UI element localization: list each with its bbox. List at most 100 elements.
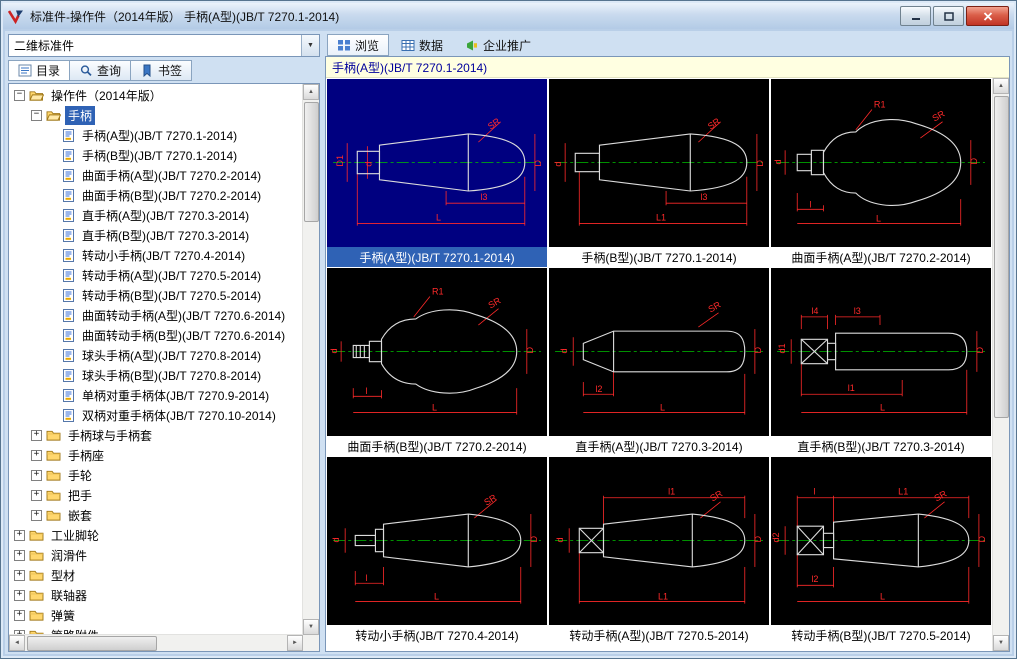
- close-button[interactable]: [966, 6, 1009, 26]
- scroll-right-button[interactable]: ►: [287, 635, 303, 651]
- tree-item[interactable]: +手轮: [9, 465, 303, 485]
- part-drawing[interactable]: dSRDlL: [327, 457, 547, 625]
- scroll-down-button[interactable]: ▼: [993, 635, 1009, 651]
- tree-item[interactable]: −操作件（2014年版）: [9, 85, 303, 105]
- svg-text:d: d: [773, 159, 783, 164]
- tree-vscroll-thumb[interactable]: [304, 102, 319, 222]
- tree-vertical-scrollbar[interactable]: ▲ ▼: [302, 84, 319, 635]
- svg-text:l1: l1: [848, 383, 855, 393]
- thumbnail-item[interactable]: dSRDl2L直手柄(A型)(JB/T 7270.3-2014): [549, 268, 769, 456]
- title-bar[interactable]: 标准件-操作件（2014年版） 手柄(A型)(JB/T 7270.1-2014): [3, 3, 1014, 29]
- tree-item[interactable]: 球头手柄(B型)(JB/T 7270.8-2014): [9, 365, 303, 385]
- part-icon: [62, 409, 75, 422]
- maximize-button[interactable]: [933, 6, 964, 26]
- tree-item-label: 手柄(B型)(JB/T 7270.1-2014): [79, 146, 240, 165]
- part-drawing[interactable]: dSRDl2L: [549, 268, 769, 436]
- thumbnail-item[interactable]: R1dSRDlL曲面手柄(A型)(JB/T 7270.2-2014): [771, 79, 991, 267]
- minimize-button[interactable]: [900, 6, 931, 26]
- tree-item[interactable]: 直手柄(A型)(JB/T 7270.3-2014): [9, 205, 303, 225]
- expand-icon[interactable]: +: [14, 590, 25, 601]
- svg-text:L1: L1: [656, 212, 666, 222]
- expand-icon[interactable]: +: [31, 450, 42, 461]
- expand-icon[interactable]: +: [14, 550, 25, 561]
- tree-item[interactable]: +手柄球与手柄套: [9, 425, 303, 445]
- folder-icon: [46, 489, 61, 502]
- preview-vscroll-thumb[interactable]: [994, 96, 1009, 418]
- tree-item[interactable]: 手柄(A型)(JB/T 7270.1-2014): [9, 125, 303, 145]
- part-drawing[interactable]: d1l4l3Dl1L: [771, 268, 991, 436]
- tree-item[interactable]: 曲面转动手柄(B型)(JB/T 7270.6-2014): [9, 325, 303, 345]
- svg-text:l3: l3: [700, 192, 707, 202]
- tree-hscroll-thumb[interactable]: [27, 636, 157, 651]
- tree-item[interactable]: 球头手柄(A型)(JB/T 7270.8-2014): [9, 345, 303, 365]
- expand-icon[interactable]: +: [31, 470, 42, 481]
- library-type-select[interactable]: 二维标准件 ▼: [8, 34, 320, 57]
- tab-search[interactable]: 查询: [70, 60, 131, 81]
- scroll-up-button[interactable]: ▲: [303, 84, 319, 100]
- data-table-icon: [401, 39, 415, 52]
- thumbnail-caption: 曲面手柄(A型)(JB/T 7270.2-2014): [771, 247, 991, 267]
- thumbnail-item[interactable]: D1dSRDl3L手柄(A型)(JB/T 7270.1-2014): [327, 79, 547, 267]
- part-drawing[interactable]: l1dSRDL1: [549, 457, 769, 625]
- tab-data[interactable]: 数据: [391, 34, 453, 56]
- tree-item[interactable]: 双柄对重手柄体(JB/T 7270.10-2014): [9, 405, 303, 425]
- expand-icon[interactable]: +: [31, 490, 42, 501]
- collapse-icon[interactable]: −: [14, 90, 25, 101]
- tree-horizontal-scrollbar[interactable]: ◄ ►: [9, 634, 303, 651]
- tree-item[interactable]: +嵌套: [9, 505, 303, 525]
- thumbnail-item[interactable]: dSRDl3L1手柄(B型)(JB/T 7270.1-2014): [549, 79, 769, 267]
- tree-item[interactable]: +把手: [9, 485, 303, 505]
- tree-item[interactable]: +手柄座: [9, 445, 303, 465]
- expand-icon[interactable]: +: [14, 610, 25, 621]
- tree-item[interactable]: 曲面转动手柄(A型)(JB/T 7270.6-2014): [9, 305, 303, 325]
- tree-item[interactable]: 单柄对重手柄体(JB/T 7270.9-2014): [9, 385, 303, 405]
- part-drawing[interactable]: lL1d2SRDl2L: [771, 457, 991, 625]
- thumbnail-item[interactable]: l1dSRDL1转动手柄(A型)(JB/T 7270.5-2014): [549, 457, 769, 645]
- svg-text:l: l: [365, 386, 367, 396]
- tree-item[interactable]: 曲面手柄(B型)(JB/T 7270.2-2014): [9, 185, 303, 205]
- tree-item[interactable]: +弹簧: [9, 605, 303, 625]
- tab-catalog[interactable]: 目录: [8, 60, 70, 81]
- tab-browse[interactable]: 浏览: [327, 34, 389, 56]
- scroll-up-button[interactable]: ▲: [993, 78, 1009, 94]
- tree-item[interactable]: 直手柄(B型)(JB/T 7270.3-2014): [9, 225, 303, 245]
- expand-icon[interactable]: +: [14, 530, 25, 541]
- thumbnail-item[interactable]: R1dSRDlL曲面手柄(B型)(JB/T 7270.2-2014): [327, 268, 547, 456]
- tree-item[interactable]: +工业脚轮: [9, 525, 303, 545]
- expand-icon[interactable]: +: [14, 570, 25, 581]
- tree-item[interactable]: +润滑件: [9, 545, 303, 565]
- tree-item[interactable]: 手柄(B型)(JB/T 7270.1-2014): [9, 145, 303, 165]
- svg-text:l1: l1: [668, 487, 675, 497]
- part-drawing[interactable]: D1dSRDl3L: [327, 79, 547, 247]
- folder-icon: [46, 469, 61, 482]
- svg-text:d: d: [363, 161, 373, 166]
- tree-item[interactable]: 曲面手柄(A型)(JB/T 7270.2-2014): [9, 165, 303, 185]
- folder-icon: [29, 589, 44, 602]
- tree-item[interactable]: +型材: [9, 565, 303, 585]
- tab-promo[interactable]: 企业推广: [455, 34, 541, 56]
- part-drawing[interactable]: R1dSRDlL: [327, 268, 547, 436]
- dropdown-arrow-icon[interactable]: ▼: [301, 35, 319, 56]
- thumbnail-item[interactable]: d1l4l3Dl1L直手柄(B型)(JB/T 7270.3-2014): [771, 268, 991, 456]
- part-drawing[interactable]: dSRDl3L1: [549, 79, 769, 247]
- thumbnail-item[interactable]: dSRDlL转动小手柄(JB/T 7270.4-2014): [327, 457, 547, 645]
- tree-item[interactable]: 转动手柄(A型)(JB/T 7270.5-2014): [9, 265, 303, 285]
- expand-icon[interactable]: +: [31, 430, 42, 441]
- tree-item[interactable]: −手柄: [9, 105, 303, 125]
- tree-item[interactable]: 转动小手柄(JB/T 7270.4-2014): [9, 245, 303, 265]
- scroll-left-button[interactable]: ◄: [9, 635, 25, 651]
- preview-vertical-scrollbar[interactable]: ▲ ▼: [992, 78, 1009, 651]
- scroll-down-button[interactable]: ▼: [303, 619, 319, 635]
- window-title: 标准件-操作件（2014年版） 手柄(A型)(JB/T 7270.1-2014): [30, 8, 339, 25]
- tree-item[interactable]: +联轴器: [9, 585, 303, 605]
- thumbnail-caption: 曲面手柄(B型)(JB/T 7270.2-2014): [327, 436, 547, 456]
- part-drawing[interactable]: R1dSRDlL: [771, 79, 991, 247]
- catalog-icon: [18, 64, 32, 77]
- thumbnail-item[interactable]: lL1d2SRDl2L转动手柄(B型)(JB/T 7270.5-2014): [771, 457, 991, 645]
- tab-bookmark[interactable]: 书签: [131, 60, 192, 81]
- tree-item-label: 直手柄(B型)(JB/T 7270.3-2014): [79, 226, 252, 245]
- part-icon: [62, 189, 75, 202]
- collapse-icon[interactable]: −: [31, 110, 42, 121]
- tree-item[interactable]: 转动手柄(B型)(JB/T 7270.5-2014): [9, 285, 303, 305]
- expand-icon[interactable]: +: [31, 510, 42, 521]
